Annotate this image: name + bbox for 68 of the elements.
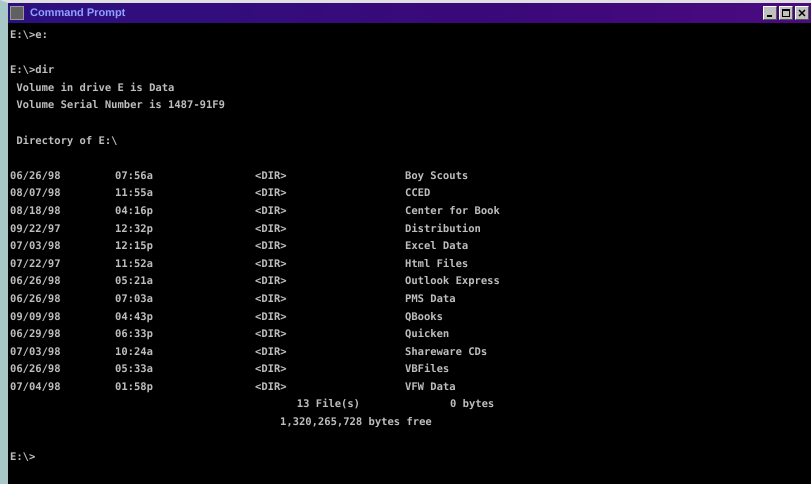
entry-type: <DIR> bbox=[255, 310, 288, 324]
entry-date: 07/03/98 bbox=[10, 239, 62, 254]
entry-type: <DIR> bbox=[255, 222, 288, 237]
entry-name: VFW Data bbox=[405, 380, 457, 395]
free-space: 1,320,265,728 bytes free bbox=[280, 416, 432, 428]
entry-date: 08/18/98 bbox=[10, 204, 62, 219]
entry-time: 10:24a bbox=[115, 344, 154, 360]
entry-date: 06/26/98 bbox=[10, 292, 62, 307]
entry-date: 09/09/98 bbox=[10, 310, 62, 324]
entry-time: 07:03a bbox=[115, 292, 154, 307]
entry-name: Shareware CDs bbox=[405, 344, 488, 360]
entry-date: 08/07/98 bbox=[10, 186, 62, 202]
maximize-button[interactable] bbox=[779, 6, 793, 20]
entry-time: 12:15p bbox=[115, 239, 154, 254]
entry-time: 05:33a bbox=[115, 362, 154, 378]
entry-time: 12:32p bbox=[115, 222, 154, 237]
entry-name: QBooks bbox=[405, 310, 444, 324]
entry-time: 07:56a bbox=[115, 168, 154, 184]
entry-time: 04:16p bbox=[115, 204, 154, 219]
console-line: E:\>e: bbox=[10, 29, 48, 41]
entry-date: 06/29/98 bbox=[10, 327, 62, 342]
entry-name: Distribution bbox=[405, 222, 482, 237]
entry-type: <DIR> bbox=[255, 327, 288, 342]
entry-name: Outlook Express bbox=[405, 274, 501, 290]
minimize-button[interactable] bbox=[763, 6, 777, 20]
close-button[interactable] bbox=[795, 6, 809, 20]
entry-time: 05:21a bbox=[115, 274, 154, 290]
console-line: E:\> bbox=[10, 451, 36, 464]
entry-name: PMS Data bbox=[405, 292, 457, 307]
console-line: Volume in drive E is Data bbox=[15, 82, 174, 94]
maximize-icon bbox=[782, 9, 790, 17]
entry-type: <DIR> bbox=[255, 292, 288, 307]
file-count: 13 File(s) bbox=[296, 397, 360, 412]
entry-name: VBFiles bbox=[405, 362, 450, 378]
entry-type: <DIR> bbox=[255, 344, 288, 360]
total-size: 0 bytes bbox=[449, 397, 496, 412]
entry-type: <DIR> bbox=[255, 362, 288, 378]
entry-type: <DIR> bbox=[255, 168, 288, 184]
console-line: Volume Serial Number is 1487-91F9 bbox=[15, 99, 225, 112]
entry-date: 07/22/97 bbox=[10, 256, 62, 272]
entry-date: 09/22/97 bbox=[10, 222, 62, 237]
entry-type: <DIR> bbox=[255, 380, 288, 395]
entry-time: 11:55a bbox=[115, 186, 154, 202]
entry-type: <DIR> bbox=[255, 274, 288, 290]
entry-name: Excel Data bbox=[405, 239, 470, 254]
entry-name: CCED bbox=[405, 186, 432, 202]
entry-name: Html Files bbox=[405, 256, 470, 272]
console-line: Directory of E:\ bbox=[15, 134, 118, 147]
entry-date: 06/26/98 bbox=[10, 274, 62, 290]
entry-type: <DIR> bbox=[255, 186, 288, 202]
entry-time: 04:43p bbox=[115, 310, 154, 324]
entry-type: <DIR> bbox=[255, 204, 288, 219]
entry-date: 07/03/98 bbox=[10, 344, 62, 360]
console-line: E:\>dir bbox=[10, 64, 54, 76]
app-icon bbox=[10, 6, 24, 20]
entry-type: <DIR> bbox=[255, 239, 288, 254]
window-title: Command Prompt bbox=[30, 7, 126, 19]
close-icon bbox=[798, 9, 806, 17]
entry-name: Quicken bbox=[405, 327, 450, 342]
entry-name: Center for Book bbox=[405, 204, 501, 219]
entry-date: 06/26/98 bbox=[10, 362, 62, 378]
entry-date: 06/26/98 bbox=[10, 168, 62, 184]
entry-type: <DIR> bbox=[255, 256, 288, 272]
entry-date: 07/04/98 bbox=[10, 380, 62, 395]
entry-time: 06:33p bbox=[115, 327, 154, 342]
entry-time: 11:52a bbox=[115, 256, 154, 272]
entry-name: Boy Scouts bbox=[405, 168, 470, 184]
entry-time: 01:58p bbox=[115, 380, 154, 395]
